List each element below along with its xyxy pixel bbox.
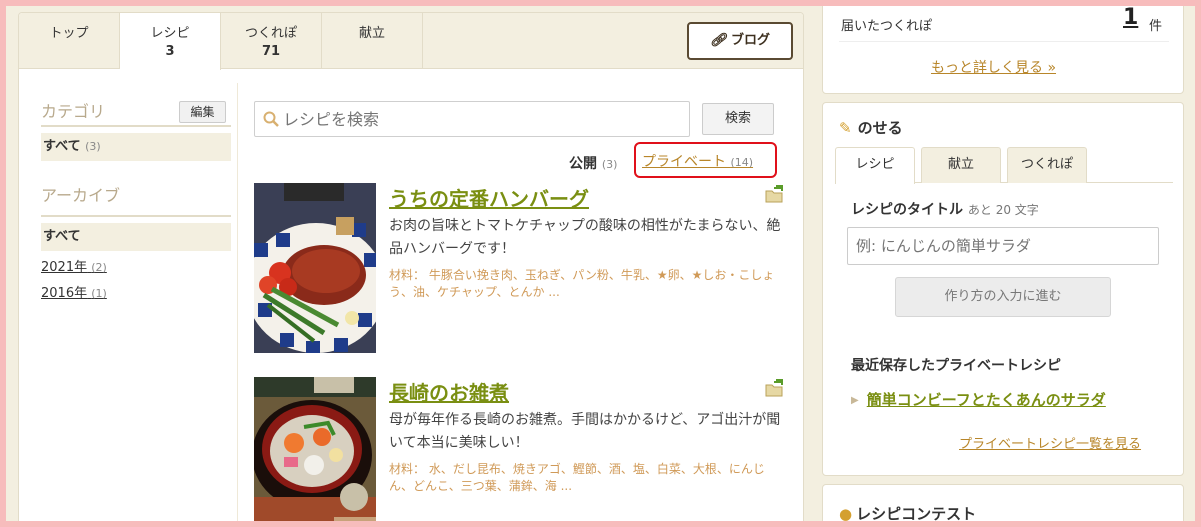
search-input[interactable] xyxy=(283,102,683,136)
recipe-photo-image xyxy=(254,377,376,521)
post-tab-recipe[interactable]: レシピ xyxy=(835,147,915,184)
medal-icon: ● xyxy=(839,505,853,521)
tab-tsukurepo[interactable]: つくれぽ 71 xyxy=(221,13,322,69)
divider xyxy=(41,125,231,127)
recipe-title-input[interactable] xyxy=(847,227,1159,265)
sidebar-nav: カテゴリ 編集 すべて (3) アーカイブ すべて 2021年 (2) 2016… xyxy=(41,99,231,307)
next-step-button[interactable]: 作り方の入力に進む xyxy=(895,277,1111,317)
blog-button[interactable]: 🔗︎ ブログ xyxy=(687,22,793,60)
more-details-link[interactable]: もっと詳しく見る » xyxy=(931,57,1056,77)
filter-private[interactable]: プライベート (14) xyxy=(642,151,753,171)
received-unit: 件 xyxy=(1149,19,1163,34)
tab-label: レシピ xyxy=(150,26,190,41)
search-button[interactable]: 検索 xyxy=(702,103,774,135)
triangle-right-icon: ▶ xyxy=(851,395,859,406)
archive-title: アーカイブ xyxy=(41,186,121,205)
post-card: ✎ のせる レシピ 献立 つくれぽ レシピのタイトル あと 20 文字 作り方の入… xyxy=(822,102,1184,476)
recipe-ingredients: 材料： 水、だし昆布、焼きアゴ、鰹節、酒、塩、白菜、大根、にんじん、どんこ、三つ… xyxy=(389,462,765,493)
filter-private-label: プライベート xyxy=(642,154,726,170)
search-icon xyxy=(263,111,279,127)
save-recipe-icon[interactable] xyxy=(765,379,785,397)
received-tsukurepo-card: 届いたつくれぽ 1 件 もっと詳しく見る » xyxy=(822,6,1184,94)
main-panel: トップ レシピ 3 つくれぽ 71 献立 🔗︎ ブログ カテゴリ 編集 すべて … xyxy=(18,12,804,521)
recipe-title-link[interactable]: うちの定番ハンバーグ xyxy=(389,183,589,212)
archive-year-2016[interactable]: 2016年 (1) xyxy=(41,281,231,307)
received-label: 届いたつくれぽ xyxy=(841,19,933,34)
recipe-photo[interactable] xyxy=(254,183,376,353)
tab-recipe[interactable]: レシピ 3 xyxy=(120,13,221,70)
category-all[interactable]: すべて (3) xyxy=(41,133,231,161)
received-count[interactable]: 1 xyxy=(1123,6,1138,30)
recipe-description: 母が毎年作る長崎のお雑煮。手間はかかるけど、アゴ出汁が聞いて本当に美味しい！ xyxy=(389,412,781,451)
filter-public-count: (3) xyxy=(601,158,618,171)
page-frame: トップ レシピ 3 つくれぽ 71 献立 🔗︎ ブログ カテゴリ 編集 すべて … xyxy=(6,6,1195,521)
year-count: (2) xyxy=(91,261,107,274)
divider xyxy=(41,215,231,217)
year-label: 2021年 xyxy=(41,260,88,275)
recent-private-link[interactable]: 簡単コンビーフとたくあんのサラダ xyxy=(867,391,1106,409)
year-count: (1) xyxy=(91,287,107,300)
contest-heading: ● レシピコンテスト xyxy=(839,503,976,521)
recipe-photo[interactable] xyxy=(254,377,376,521)
tab-top[interactable]: トップ xyxy=(19,13,120,69)
tab-count: 71 xyxy=(261,44,281,59)
tab-label: つくれぽ xyxy=(244,26,297,41)
tab-kondate[interactable]: 献立 xyxy=(322,13,423,69)
divider xyxy=(839,41,1169,42)
archive-all[interactable]: すべて xyxy=(41,223,231,251)
save-recipe-icon[interactable] xyxy=(765,185,785,203)
filter-public[interactable]: 公開 (3) xyxy=(569,153,617,173)
blog-button-label: ブログ xyxy=(731,33,771,48)
recipe-title-hint: あと 20 文字 xyxy=(967,203,1039,217)
tab-label: 献立 xyxy=(358,26,385,41)
category-all-count: (3) xyxy=(85,140,101,153)
post-tab-tsukurepo[interactable]: つくれぽ xyxy=(1007,147,1087,183)
search-box[interactable] xyxy=(254,101,690,137)
post-title: のせる xyxy=(857,119,903,137)
recipe-title-link[interactable]: 長崎のお雑煮 xyxy=(389,377,509,406)
column-divider xyxy=(237,83,238,521)
filter-private-count: (14) xyxy=(730,156,754,169)
private-list-link[interactable]: プライベートレシピ一覧を見る xyxy=(959,433,1141,452)
post-tab-kondate[interactable]: 献立 xyxy=(921,147,1001,183)
kitchen-tabs: トップ レシピ 3 つくれぽ 71 献立 🔗︎ ブログ xyxy=(19,13,803,70)
recipe-ingredients: 材料： 牛豚合い挽き肉、玉ねぎ、パン粉、牛乳、★卵、★しお・こしょう、油、ケチャ… xyxy=(389,268,775,299)
filter-public-label: 公開 xyxy=(569,156,597,172)
link-icon: 🔗︎ xyxy=(709,33,727,48)
archive-year-2021[interactable]: 2021年 (2) xyxy=(41,255,231,281)
year-label: 2016年 xyxy=(41,286,88,301)
recipe-title-label-text: レシピのタイトル xyxy=(851,202,963,218)
recipe-photo-image xyxy=(254,183,376,353)
contest-title: レシピコンテスト xyxy=(856,505,977,521)
post-heading: ✎ のせる xyxy=(839,117,903,138)
pencil-icon: ✎ xyxy=(839,119,852,137)
recent-private-heading: 最近保存したプライベートレシピ xyxy=(851,358,1061,374)
contest-card: ● レシピコンテスト xyxy=(822,484,1184,521)
recent-private-item[interactable]: ▶ 簡単コンビーフとたくあんのサラダ xyxy=(851,389,1106,410)
edit-button[interactable]: 編集 xyxy=(179,101,226,123)
recipe-title-label: レシピのタイトル あと 20 文字 xyxy=(851,199,1039,219)
tab-label: トップ xyxy=(49,26,89,41)
archive-all-label: すべて xyxy=(43,229,81,244)
tab-count: 3 xyxy=(165,44,175,59)
post-tabs: レシピ 献立 つくれぽ xyxy=(835,147,1173,184)
category-all-label: すべて xyxy=(43,139,81,154)
recipe-description: お肉の旨味とトマトケチャップの酸味の相性がたまらない、絶品ハンバーグです！ xyxy=(389,218,781,257)
